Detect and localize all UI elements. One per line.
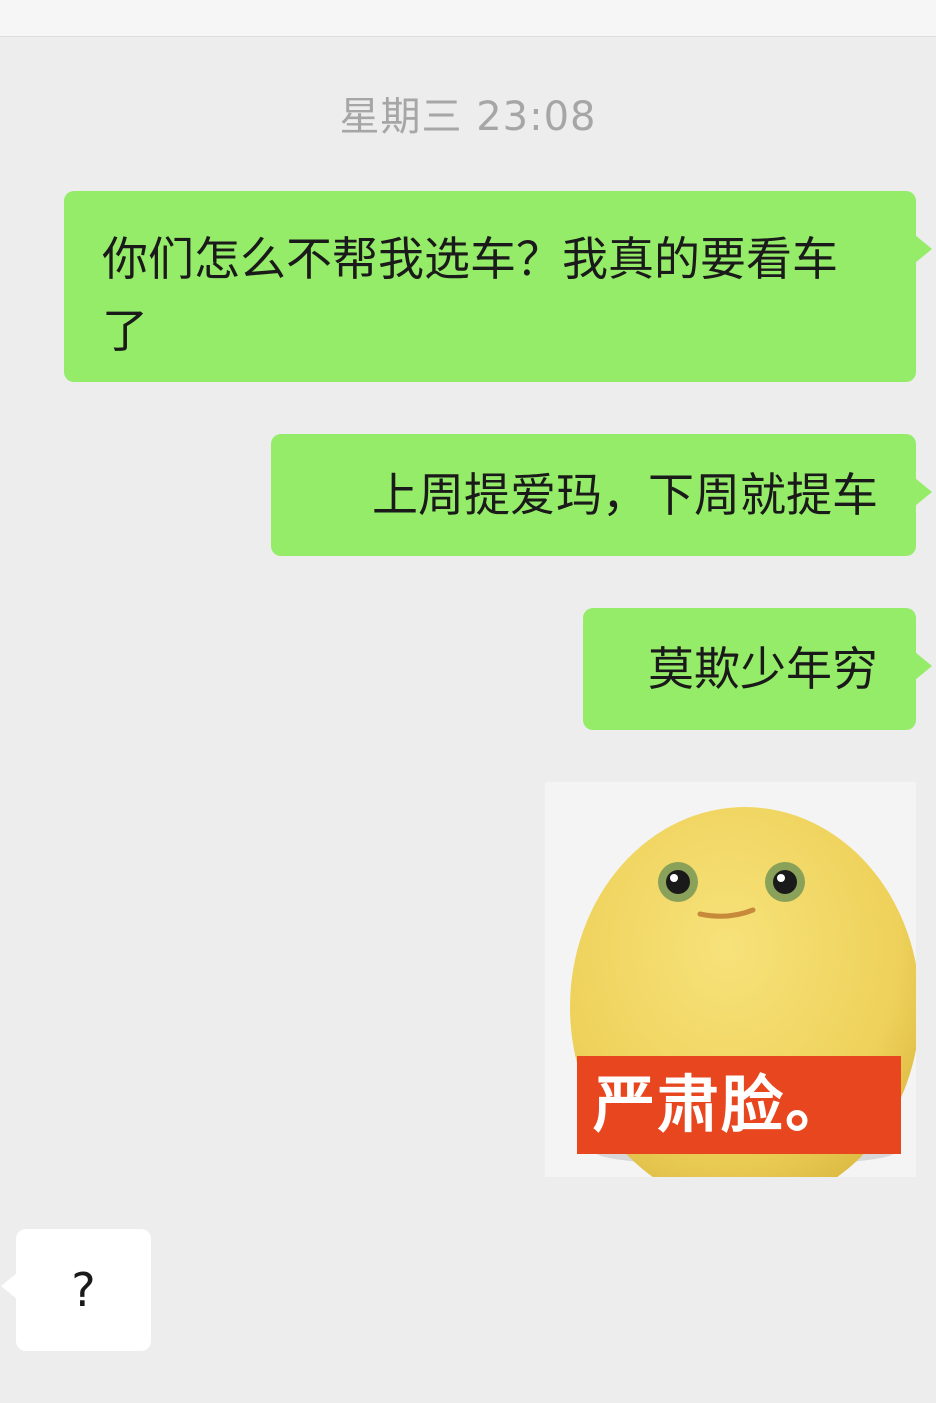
top-bar: [0, 0, 936, 37]
message-bubble-outgoing[interactable]: 上周提爱玛，下周就提车: [271, 434, 932, 556]
message-text: 你们怎么不帮我选车？我真的要看车了: [102, 232, 838, 358]
message-text: ?: [71, 1263, 96, 1317]
chat-timestamp: 星期三 23:08: [339, 94, 597, 140]
message-bubble-outgoing[interactable]: 你们怎么不帮我选车？我真的要看车了: [64, 191, 932, 382]
watermark: [380, 1370, 560, 1394]
message-bubble-incoming[interactable]: ?: [1, 1229, 151, 1351]
message-bubble-outgoing[interactable]: 莫欺少年穷: [583, 608, 932, 730]
sticker-caption: 严肃脸。: [577, 1056, 901, 1154]
message-text: 上周提爱玛，下周就提车: [372, 468, 878, 522]
message-text: 莫欺少年穷: [648, 642, 878, 696]
sticker-message[interactable]: 严肃脸。: [545, 782, 916, 1177]
